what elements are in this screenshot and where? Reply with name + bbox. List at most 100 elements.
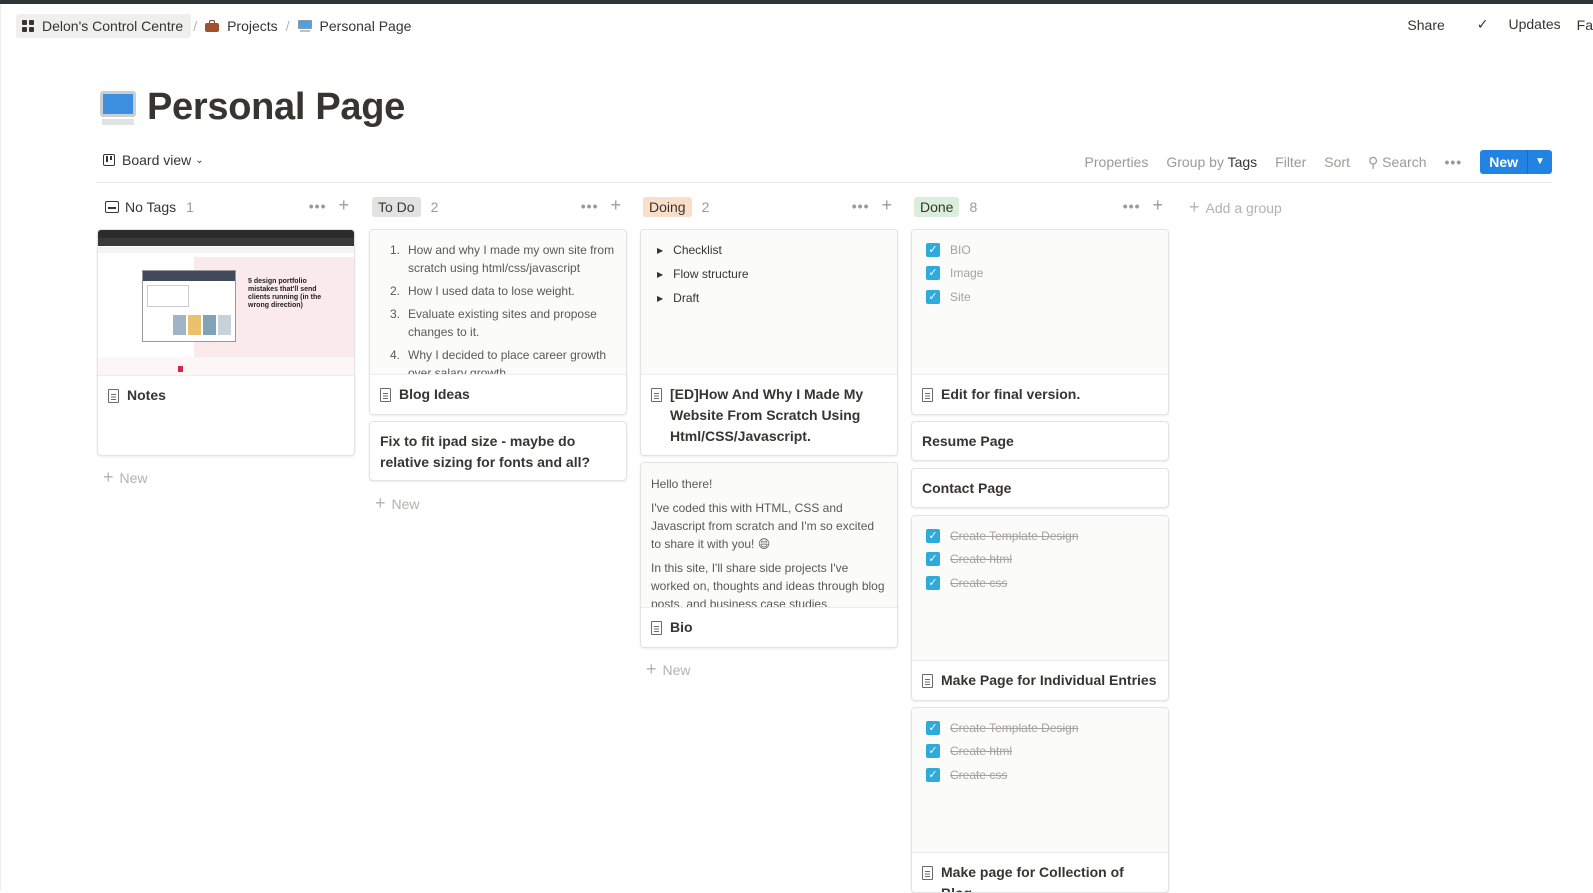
column-header: No Tags 1 ••• +	[97, 195, 355, 219]
checklist-item: ✓ Create html	[912, 740, 1168, 764]
card-resume-page[interactable]: Resume Page	[911, 421, 1169, 461]
card-title: Blog Ideas	[370, 375, 626, 414]
list-item: 2. How I used data to lose weight.	[389, 284, 575, 298]
board-view-tab[interactable]: Board view ⌄	[103, 152, 204, 168]
triangle-right-icon: ▶	[657, 269, 664, 279]
checklist-item: ✓ Create Template Design	[912, 716, 1168, 740]
search-icon: ⚲	[1367, 153, 1379, 170]
add-new-card-button[interactable]: + New	[646, 659, 691, 680]
updates-button[interactable]: ✓ Updates	[1461, 16, 1561, 33]
add-card-icon[interactable]: +	[881, 195, 892, 216]
checkbox-checked-icon: ✓	[926, 242, 940, 257]
card-preview: ▶ Checklist ▶ Flow structure ▶ Draft	[641, 230, 897, 375]
checklist-item: ✓ Create css	[912, 571, 1168, 595]
computer-icon[interactable]	[99, 89, 137, 127]
checklist-item: ✓ Image	[912, 262, 1168, 286]
card-preview: ✓ BIO ✓ Image ✓ Site	[912, 230, 1168, 375]
add-card-icon[interactable]: +	[610, 195, 621, 216]
checklist-item: ✓ Site	[912, 285, 1168, 309]
card-title-text: Blog Ideas	[399, 386, 470, 402]
more-options-icon[interactable]: •••	[1444, 154, 1462, 170]
properties-button[interactable]: Properties	[1085, 154, 1149, 170]
card-ed-how-and-why[interactable]: ▶ Checklist ▶ Flow structure ▶ Draft [ED]Ho…	[640, 229, 898, 456]
checkbox-checked-icon: ✓	[926, 720, 940, 735]
add-new-card-button[interactable]: + New	[103, 467, 148, 488]
card-title: Bio	[641, 608, 897, 647]
card-title-text: Resume Page	[922, 433, 1014, 449]
column-title[interactable]: No Tags	[125, 199, 176, 215]
card-preview: Hello there! I've coded this with HTML, …	[641, 463, 897, 608]
card-title-text: [ED]How And Why I Made My Website From S…	[670, 386, 864, 444]
card-cover-image: 5 design portfolio mistakes that'll send…	[98, 230, 354, 376]
chevron-down-icon[interactable]: ▼	[1527, 150, 1552, 174]
add-card-icon[interactable]: +	[338, 195, 349, 216]
breadcrumb: Delon's Control Centre / Projects / Pers…	[16, 14, 417, 38]
card-fix-ipad[interactable]: Fix to fit ipad size - maybe do relative…	[369, 421, 627, 481]
group-by-label: Group by	[1166, 154, 1224, 170]
checkbox-checked-icon: ✓	[926, 744, 940, 759]
card-contact-page[interactable]: Contact Page	[911, 468, 1169, 508]
breadcrumb-separator: /	[285, 18, 290, 34]
list-item: 4. Why I decided to place career growth o…	[389, 348, 607, 375]
breadcrumb-personal-page[interactable]: Personal Page	[292, 14, 418, 38]
more-options-icon[interactable]: •••	[309, 198, 327, 214]
new-button[interactable]: New	[1480, 150, 1527, 174]
column-tools: ••• +	[1123, 195, 1163, 216]
add-group-button[interactable]: + Add a group	[1189, 197, 1282, 218]
checkbox-checked-icon: ✓	[926, 266, 940, 281]
top-actions: Share ✓ Updates Fa	[1391, 16, 1593, 33]
column-count: 2	[430, 199, 439, 215]
column-count: 8	[969, 199, 978, 215]
column-header: Done 8 ••• +	[911, 195, 1169, 219]
board-icon	[103, 154, 115, 166]
column-title[interactable]: Done	[914, 197, 960, 217]
document-icon	[651, 388, 662, 402]
preview-paragraph: I've coded this with HTML, CSS and Javas…	[651, 501, 875, 551]
add-group-label: Add a group	[1205, 199, 1282, 216]
page-header: Personal Page	[99, 86, 405, 129]
breadcrumb-label: Delon's Control Centre	[42, 18, 184, 34]
card-notes[interactable]: 5 design portfolio mistakes that'll send…	[97, 229, 355, 456]
page-title[interactable]: Personal Page	[147, 86, 405, 129]
group-by-button[interactable]: Group by Tags	[1166, 154, 1257, 170]
card-title-text: Make page for Collection of Blog.	[941, 864, 1124, 893]
add-new-card-button[interactable]: + New	[375, 493, 420, 514]
favorite-button[interactable]: Fa	[1577, 17, 1593, 33]
column-done: Done 8 ••• + ✓ BIO ✓ Image ✓ Site Edit for …	[911, 195, 1169, 893]
more-options-icon[interactable]: •••	[852, 198, 870, 214]
card-bio[interactable]: Hello there! I've coded this with HTML, …	[640, 462, 898, 648]
toggle-item: ▶ Flow structure	[657, 267, 749, 281]
breadcrumb-projects[interactable]: Projects	[199, 14, 284, 38]
grid-icon	[22, 20, 34, 32]
share-button[interactable]: Share	[1407, 17, 1444, 33]
checkbox-checked-icon: ✓	[926, 289, 940, 304]
top-bar: Delon's Control Centre / Projects / Pers…	[0, 4, 1593, 49]
filter-button[interactable]: Filter	[1275, 154, 1306, 170]
sort-button[interactable]: Sort	[1324, 154, 1350, 170]
card-make-page-collection[interactable]: ✓ Create Template Design ✓ Create html ✓ Cr…	[911, 707, 1169, 893]
preview-paragraph: Hello there!	[651, 477, 713, 491]
document-icon	[651, 621, 662, 635]
list-item: 3. Evaluate existing sites and propose ch…	[389, 307, 597, 339]
more-options-icon[interactable]: •••	[1123, 198, 1141, 214]
column-tools: ••• +	[581, 195, 621, 216]
column-title[interactable]: To Do	[372, 197, 421, 217]
breadcrumb-workspace[interactable]: Delon's Control Centre	[16, 14, 192, 38]
card-edit-final-version[interactable]: ✓ BIO ✓ Image ✓ Site Edit for final version…	[911, 229, 1169, 415]
checkbox-checked-icon: ✓	[926, 575, 940, 590]
column-title[interactable]: Doing	[643, 197, 692, 217]
card-make-page-individual[interactable]: ✓ Create Template Design ✓ Create html ✓ Cr…	[911, 515, 1169, 701]
more-options-icon[interactable]: •••	[581, 198, 599, 214]
card-preview: 1. How and why I made my own site from sc…	[370, 230, 626, 375]
add-card-icon[interactable]: +	[1152, 195, 1163, 216]
group-by-value: Tags	[1227, 154, 1258, 170]
card-title: Make page for Collection of Blog.	[912, 853, 1168, 893]
checklist-item: ✓ BIO	[912, 238, 1168, 262]
view-actions: Properties Group by Tags Filter Sort ⚲ S…	[1067, 150, 1552, 174]
sidebar-edge	[0, 4, 1, 890]
column-doing: Doing 2 ••• + ▶ Checklist ▶ Flow structure…	[640, 195, 898, 679]
card-blog-ideas[interactable]: 1. How and why I made my own site from sc…	[369, 229, 627, 415]
chevron-down-icon: ⌄	[195, 154, 204, 166]
search-button[interactable]: ⚲ Search	[1368, 154, 1427, 171]
screenshot-thumbnail: 5 design portfolio mistakes that'll send…	[98, 230, 354, 375]
